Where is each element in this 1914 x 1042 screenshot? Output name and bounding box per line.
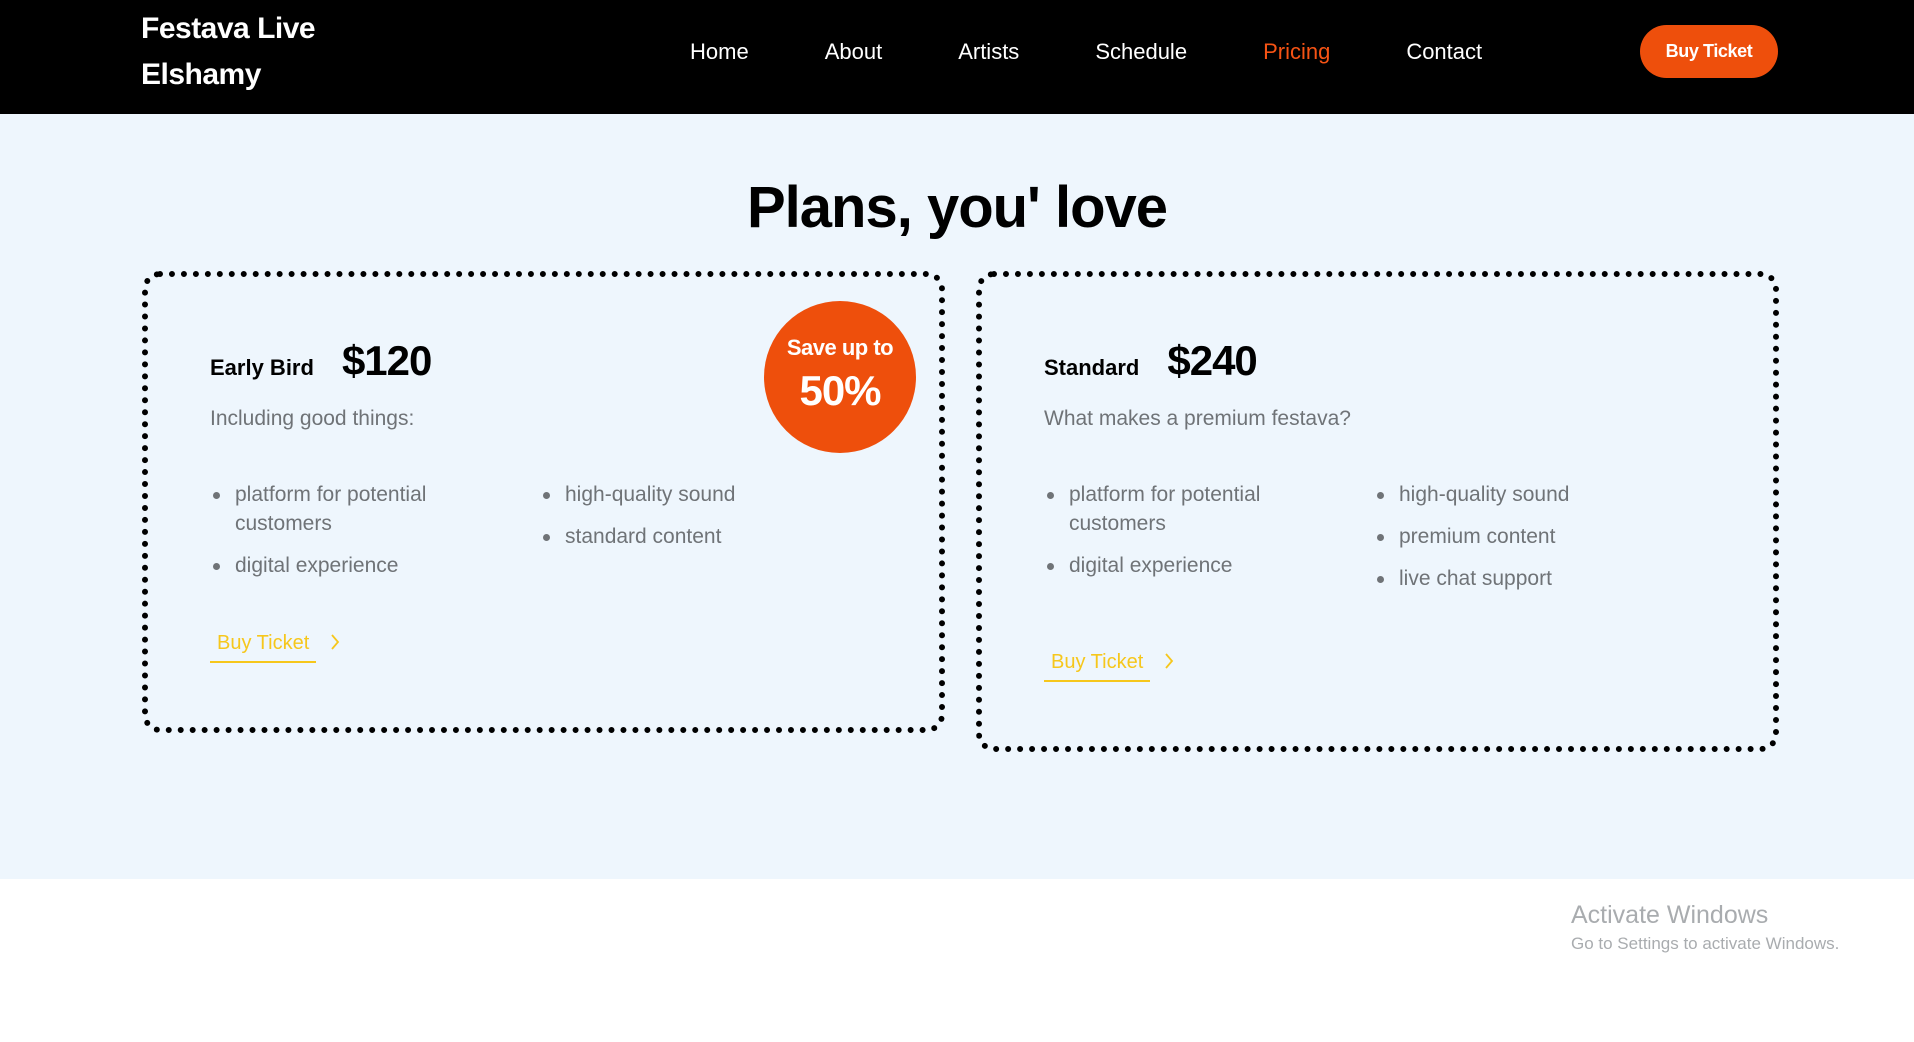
activate-windows-watermark: Activate Windows Go to Settings to activ… xyxy=(1571,900,1839,956)
nav-item-about: About xyxy=(825,39,883,65)
feature-text: platform for potential customers xyxy=(235,483,427,535)
watermark-title: Activate Windows xyxy=(1571,901,1769,929)
bullet-dot-icon xyxy=(213,563,220,570)
plan-subtitle: Including good things: xyxy=(210,407,415,430)
plan-price: $120 xyxy=(341,337,432,384)
feature-text: high-quality sound xyxy=(565,483,736,506)
plan-header: Standard $240 xyxy=(1044,337,1258,385)
badge-label: Save up to xyxy=(786,335,894,360)
feature-list-right: high-quality sound standard content xyxy=(540,480,840,564)
navbar: Festava Live Elshamy Home About Artists … xyxy=(0,0,1914,114)
feature-item: digital experience xyxy=(210,551,470,580)
feature-item: platform for potential customers xyxy=(1044,480,1304,538)
bullet-dot-icon xyxy=(1377,576,1384,583)
feature-item: high-quality sound xyxy=(1374,480,1674,509)
plan-price: $240 xyxy=(1167,337,1257,384)
feature-list-left: platform for potential customers digital… xyxy=(1044,480,1304,593)
watermark-subtitle: Go to Settings to activate Windows. xyxy=(1571,934,1840,953)
nav-item-pricing: Pricing xyxy=(1263,39,1330,65)
nav-link-artists[interactable]: Artists xyxy=(958,39,1019,64)
nav-item-artists: Artists xyxy=(958,39,1019,65)
feature-item: premium content xyxy=(1374,522,1674,551)
buy-ticket-button[interactable]: Buy Ticket xyxy=(1640,25,1778,78)
nav-link-contact[interactable]: Contact xyxy=(1406,39,1482,64)
buy-link-label: Buy Ticket xyxy=(210,632,317,663)
nav-item-home: Home xyxy=(690,39,749,65)
bullet-dot-icon xyxy=(543,492,550,499)
bullet-dot-icon xyxy=(1047,563,1054,570)
plan-buy-ticket-link[interactable]: Buy Ticket xyxy=(210,632,340,663)
feature-item: live chat support xyxy=(1374,564,1674,593)
nav-item-schedule: Schedule xyxy=(1095,39,1187,65)
bullet-dot-icon xyxy=(1047,492,1054,499)
nav-menu: Home About Artists Schedule Pricing Cont… xyxy=(690,0,1482,104)
bullet-dot-icon xyxy=(213,492,220,499)
feature-text: digital experience xyxy=(235,554,399,577)
nav-link-schedule[interactable]: Schedule xyxy=(1095,39,1187,64)
feature-list-left: platform for potential customers digital… xyxy=(210,480,470,593)
nav-item-contact: Contact xyxy=(1406,39,1482,65)
nav-link-home[interactable]: Home xyxy=(690,39,749,64)
bullet-dot-icon xyxy=(1377,492,1384,499)
pricing-section: Plans, you' love Early Bird $120 Includi… xyxy=(0,114,1914,953)
chevron-right-icon xyxy=(1164,653,1174,674)
bullet-dot-icon xyxy=(543,534,550,541)
discount-badge: Save up to 50% xyxy=(764,301,916,453)
feature-text: standard content xyxy=(565,525,722,548)
nav-link-about[interactable]: About xyxy=(825,39,883,64)
badge-percent: 50% xyxy=(799,367,881,414)
feature-list-right: high-quality sound premium content live … xyxy=(1374,480,1674,606)
feature-item: platform for potential customers xyxy=(210,480,470,538)
section-title: Plans, you' love xyxy=(746,175,1168,240)
bullet-dot-icon xyxy=(1377,534,1384,541)
feature-text: high-quality sound xyxy=(1399,483,1570,506)
feature-text: live chat support xyxy=(1399,567,1552,590)
brand-line-1: Festava Live xyxy=(141,12,316,45)
feature-item: standard content xyxy=(540,522,840,551)
plan-card-standard: Standard $240 What makes a premium festa… xyxy=(976,271,1779,752)
feature-item: high-quality sound xyxy=(540,480,840,509)
brand-logo[interactable]: Festava Live Elshamy xyxy=(141,6,381,98)
feature-text: premium content xyxy=(1399,525,1556,548)
plan-header: Early Bird $120 xyxy=(210,337,432,385)
brand-line-2: Elshamy xyxy=(141,58,261,91)
plan-name: Standard xyxy=(1044,355,1140,380)
feature-item: digital experience xyxy=(1044,551,1304,580)
plan-name: Early Bird xyxy=(210,355,314,380)
chevron-right-icon xyxy=(330,634,340,655)
feature-text: digital experience xyxy=(1069,554,1233,577)
plan-card-early-bird: Early Bird $120 Including good things: p… xyxy=(142,271,945,733)
plan-subtitle: What makes a premium festava? xyxy=(1044,407,1351,430)
feature-text: platform for potential customers xyxy=(1069,483,1261,535)
buy-link-label: Buy Ticket xyxy=(1044,651,1151,682)
nav-link-pricing[interactable]: Pricing xyxy=(1263,39,1330,64)
plan-buy-ticket-link[interactable]: Buy Ticket xyxy=(1044,651,1174,682)
